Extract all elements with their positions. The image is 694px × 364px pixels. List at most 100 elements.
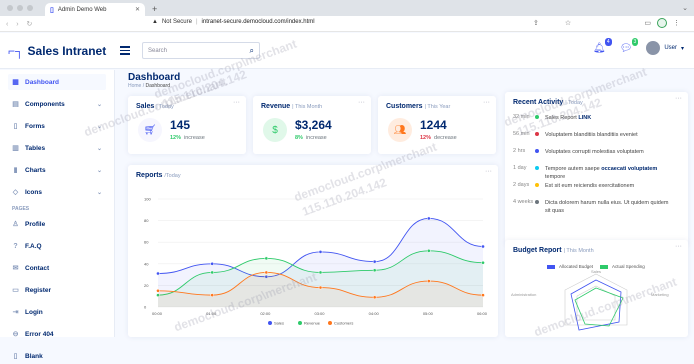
login-icon: ⇥ [12, 309, 19, 316]
recent-activity-card: Recent Activity | Today ··· 32 min Sales … [505, 92, 688, 245]
sidebar-item-tables[interactable]: ▥ Tables ⌄ [8, 140, 106, 156]
data-point-customers [210, 293, 215, 297]
sidebar-item-profile[interactable]: ♙ Profile [8, 216, 106, 232]
sidebar-item-error-404[interactable]: ⊖ Error 404 [8, 326, 106, 342]
data-point-customers [264, 270, 269, 275]
chevron-down-icon: ⌄ [96, 167, 102, 174]
sidebar-item-label: Components [25, 100, 65, 108]
stat-value: 1244 [420, 118, 447, 132]
legend-label-sales: Sales [274, 321, 284, 326]
stat-card-customers: Customers | This Year ··· 👥︎ 1244 12% decreas… [378, 96, 496, 154]
message-badge: 3 [631, 37, 639, 46]
sidebar-item-label: Charts [25, 166, 46, 174]
more-options-icon[interactable]: ··· [233, 99, 240, 106]
window-controls[interactable] [0, 5, 39, 16]
stat-value: $3,264 [295, 118, 332, 132]
logo[interactable]: ⌐┐ Sales Intranet [0, 44, 115, 58]
x-tick-label: 05:00 [423, 311, 434, 316]
activity-text: Sales Report LINK [545, 115, 592, 121]
user-label: User [664, 45, 677, 51]
more-options-icon[interactable]: ··· [483, 99, 490, 106]
stat-title: Sales | Today [136, 103, 174, 110]
more-options-icon[interactable]: ··· [675, 95, 682, 102]
sidebar-item-forms[interactable]: ▯ Forms ⌄ [8, 118, 106, 134]
legend-label-revenue: Revenue [304, 321, 321, 326]
sidebar-item-f-a-q[interactable]: ? F.A.Q [8, 238, 106, 254]
stat-change: 12% increase [170, 135, 205, 141]
activity-time: 1 day [513, 165, 527, 171]
activity-text: Voluptates corrupti molestias voluptatem [545, 149, 644, 155]
question-icon: ? [13, 242, 18, 250]
sidebar-item-login[interactable]: ⇥ Login [8, 304, 106, 320]
sidebar-item-label: Forms [25, 122, 45, 130]
data-point-sales [481, 244, 485, 249]
browser-tab[interactable]: ▯ Admin Demo Web ✕ [45, 3, 145, 16]
stat-change: 8% increase [295, 135, 327, 141]
notification-badge: 4 [604, 37, 612, 46]
user-menu[interactable]: User ▾ [646, 41, 684, 55]
share-icon[interactable]: ⇪ [533, 19, 539, 27]
avatar [646, 41, 661, 55]
warning-icon: ▲ [152, 19, 158, 25]
page-title: Dashboard [128, 72, 181, 83]
close-tab-icon[interactable]: ✕ [135, 6, 140, 13]
sidebar-item-dashboard[interactable]: ▦ Dashboard [8, 74, 106, 90]
tab-list-chevron-icon[interactable]: ⌄ [676, 4, 694, 16]
messages-chat-icon[interactable]: 💬︎ 3 [620, 37, 639, 54]
profile-icon[interactable] [657, 18, 667, 28]
sidebar-item-blank[interactable]: ▯ Blank [8, 348, 106, 364]
data-point-customers [372, 295, 377, 300]
sidebar-item-icons[interactable]: ◇ Icons ⌄ [8, 184, 106, 200]
notifications-bell-icon[interactable]: 🔔︎ 4 [593, 37, 612, 54]
activity-text: Tempore autem saepe occaecati voluptatem… [545, 166, 658, 180]
back-forward-reload-icon[interactable]: ‹ › ↻ [0, 20, 35, 28]
y-tick-label: 80 [144, 218, 149, 223]
bookmark-star-icon[interactable]: ☆ [565, 19, 571, 27]
stat-card-sales: Sales | Today ··· 🛒︎ 145 12% increase [128, 96, 246, 154]
app-name: Sales Intranet [27, 43, 107, 58]
data-point-revenue [264, 256, 269, 261]
stat-title: Customers | This Year [386, 103, 451, 110]
new-tab-icon[interactable]: + [152, 4, 157, 14]
data-point-revenue [426, 248, 431, 253]
radar-axis-marketing: Marketing [651, 292, 669, 297]
stat-change: 12% decrease [420, 135, 457, 141]
search-icon[interactable]: ⌕ [250, 46, 254, 56]
activity-title: Recent Activity | Today [513, 99, 583, 106]
x-tick-label: 02:00 [260, 311, 271, 316]
breadcrumb-home[interactable]: Home [128, 83, 141, 89]
sidebar-toggle-icon[interactable]: ▭ [644, 19, 651, 27]
sidebar-item-register[interactable]: ▭ Register [8, 282, 106, 298]
activity-time: 4 weeks [513, 199, 534, 205]
sidebar-item-label: Icons [25, 188, 42, 196]
gem-icon: ◇ [12, 189, 19, 196]
legend-marker-revenue [298, 321, 302, 325]
activity-dot [535, 200, 539, 204]
activity-time: 32 min [513, 114, 530, 120]
data-point-revenue [318, 270, 323, 275]
data-point-revenue [481, 260, 485, 265]
stat-card-revenue: Revenue | This Month ··· $ $3,264 8% increase [253, 96, 371, 154]
more-options-icon[interactable]: ··· [358, 99, 365, 106]
sidebar-item-contact[interactable]: ✉ Contact [8, 260, 106, 276]
data-point-customers [156, 288, 160, 293]
url-field[interactable]: ▲ Not Secure | intranet-secure.democloud… [152, 19, 315, 25]
stat-value: 145 [170, 118, 191, 132]
chevron-down-icon: ⌄ [96, 145, 102, 152]
hamburger-menu-icon[interactable] [120, 46, 130, 55]
sidebar-item-charts[interactable]: ▮ Charts ⌄ [8, 162, 106, 178]
reports-chart: 0 20 40 60 80 100 00:00 01:00 02:00 03:00 04:00 05:… [144, 197, 488, 326]
data-point-sales [372, 259, 377, 264]
x-tick-label: 04:00 [369, 311, 380, 316]
chevron-down-icon: ⌄ [96, 189, 102, 196]
breadcrumb-current: Dashboard [145, 83, 170, 89]
search-input[interactable]: Search ⌕ [142, 42, 260, 59]
breadcrumb: Home / Dashboard [128, 83, 170, 89]
legend-label-customers: Customers [334, 321, 353, 326]
sidebar-item-components[interactable]: ▤ Components ⌄ [8, 96, 106, 112]
sidebar-item-label: Blank [25, 352, 43, 360]
sidebar-item-label: Dashboard [25, 78, 59, 86]
browser-menu-icon[interactable]: ⋮ [673, 19, 680, 27]
activity-item: 2 days Est sit eum reiciendis exercitatio… [513, 182, 673, 190]
grid-icon: ▦ [12, 79, 19, 86]
